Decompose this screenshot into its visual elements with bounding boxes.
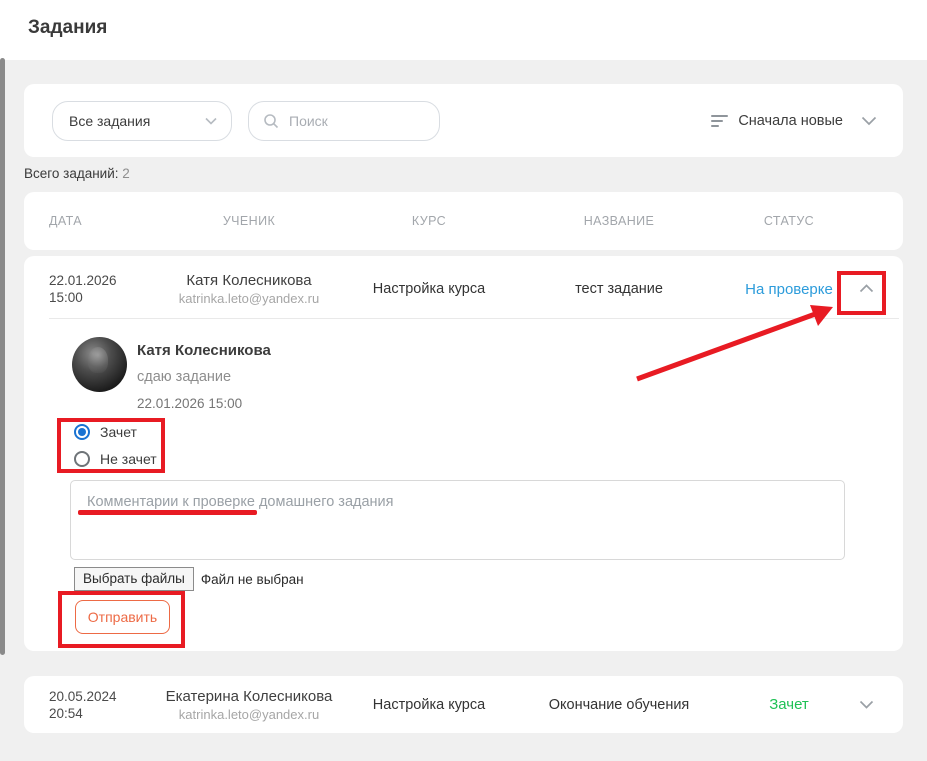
radio-option-fail[interactable]: Не зачет: [74, 451, 157, 467]
cell-student: Катя Колесникова katrinka.leto@yandex.ru: [154, 272, 344, 306]
column-header-student: УЧЕНИК: [154, 214, 344, 228]
assignments-total: Всего заданий: 2: [24, 166, 130, 181]
search-input[interactable]: [289, 113, 419, 129]
sort-bars-icon: [711, 115, 728, 127]
radio-option-pass[interactable]: Зачет: [74, 424, 157, 440]
sort-control[interactable]: Сначала новые: [711, 113, 877, 129]
column-header-status: СТАТУС: [724, 214, 854, 228]
review-comment-input[interactable]: [70, 480, 845, 560]
status-badge: На проверке: [724, 281, 854, 298]
submission-message: сдаю задание: [137, 369, 231, 385]
top-band: Задания: [0, 0, 927, 60]
cell-date: 22.01.2026 15:00: [49, 272, 154, 306]
submit-review-button[interactable]: Отправить: [75, 600, 170, 634]
search-icon: [263, 113, 279, 129]
sort-label: Сначала новые: [738, 113, 843, 129]
cell-course: Настройка курса: [344, 281, 514, 297]
cell-title: тест задание: [514, 281, 724, 297]
chevron-down-icon: [861, 116, 877, 126]
toolbar-card: Все задания Сначала новые: [24, 84, 903, 157]
cell-student: Екатерина Колесникова katrinka.leto@yand…: [154, 688, 344, 722]
chevron-down-icon: [205, 117, 217, 125]
radio-pass-icon[interactable]: [74, 424, 90, 440]
assignments-page: Задания Все задания Сначала новые В: [0, 0, 927, 761]
cell-course: Настройка курса: [344, 697, 514, 713]
radio-fail-icon[interactable]: [74, 451, 90, 467]
page-title: Задания: [28, 17, 107, 39]
radio-fail-label: Не зачет: [100, 451, 157, 467]
cell-date: 20.05.2024 20:54: [49, 688, 154, 722]
grade-radio-group: Зачет Не зачет: [74, 424, 157, 478]
assignment-card-collapsed: 20.05.2024 20:54 Екатерина Колесникова k…: [24, 676, 903, 733]
assignments-total-count: 2: [122, 166, 130, 181]
row-divider: [49, 318, 899, 319]
left-scrollbar[interactable]: [0, 58, 5, 655]
chevron-down-icon: [859, 700, 874, 709]
search-box[interactable]: [248, 101, 440, 141]
chevron-up-icon: [859, 284, 874, 293]
column-header-title: НАЗВАНИЕ: [514, 214, 724, 228]
cell-title: Окончание обучения: [514, 697, 724, 713]
table-header-row: ДАТА УЧЕНИК КУРС НАЗВАНИЕ СТАТУС: [24, 192, 903, 250]
table-row[interactable]: 20.05.2024 20:54 Екатерина Колесникова k…: [24, 676, 903, 733]
assignments-total-label: Всего заданий:: [24, 166, 119, 181]
filter-selected-value: Все задания: [69, 113, 205, 129]
file-upload-row: Выбрать файлы Файл не выбран: [74, 567, 304, 591]
file-status-text: Файл не выбран: [201, 572, 304, 587]
assignment-card-expanded: 22.01.2026 15:00 Катя Колесникова katrin…: [24, 256, 903, 651]
submission-datetime: 22.01.2026 15:00: [137, 396, 242, 411]
expand-row-button[interactable]: [855, 692, 878, 718]
submission-author: Катя Колесникова: [137, 342, 271, 359]
table-header-card: ДАТА УЧЕНИК КУРС НАЗВАНИЕ СТАТУС: [24, 192, 903, 250]
student-avatar: [72, 337, 127, 392]
column-header-date: ДАТА: [49, 214, 154, 228]
choose-files-button[interactable]: Выбрать файлы: [74, 567, 194, 591]
radio-pass-label: Зачет: [100, 424, 137, 440]
table-row[interactable]: 22.01.2026 15:00 Катя Колесникова katrin…: [24, 256, 903, 318]
status-badge: Зачет: [724, 696, 854, 713]
collapse-row-button[interactable]: [855, 276, 878, 302]
assignments-filter-select[interactable]: Все задания: [52, 101, 232, 141]
column-header-course: КУРС: [344, 214, 514, 228]
